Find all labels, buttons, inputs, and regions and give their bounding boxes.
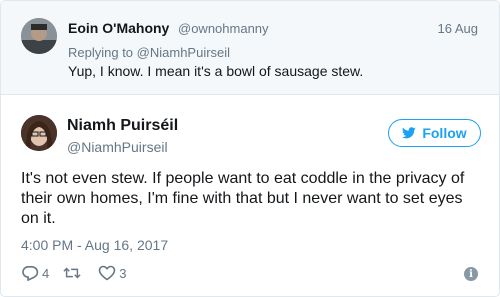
author-name[interactable]: Niamh Puirséil xyxy=(67,117,178,135)
author-name[interactable]: Eoin O'Mahony xyxy=(68,20,169,36)
avatar-image xyxy=(21,115,57,151)
retweet-button[interactable] xyxy=(63,265,84,281)
tweet-text: It's not even stew. If people want to ea… xyxy=(21,170,465,227)
like-button[interactable]: 3 xyxy=(98,265,126,281)
like-count: 3 xyxy=(119,265,127,281)
replying-to-handle[interactable]: @NiamhPuirseil xyxy=(137,45,230,60)
retweet-icon xyxy=(63,267,81,279)
avatar-image xyxy=(21,18,57,54)
heart-icon xyxy=(98,265,116,281)
reply-count: 4 xyxy=(42,265,50,281)
author-handle[interactable]: @NiamhPuirseil xyxy=(67,139,168,155)
avatar[interactable] xyxy=(21,18,57,54)
replying-to: Replying to @NiamhPuirseil xyxy=(68,45,230,60)
parent-tweet-text: Yup, I know. I mean it's a bowl of sausa… xyxy=(68,63,364,79)
author-handle[interactable]: @ownohmanny xyxy=(178,21,269,36)
twitter-bird-icon xyxy=(402,127,417,139)
parent-tweet[interactable]: Eoin O'Mahony @ownohmanny 16 Aug Replyin… xyxy=(1,1,499,95)
follow-button-label: Follow xyxy=(422,125,467,141)
replying-to-label: Replying to xyxy=(68,45,134,60)
info-icon[interactable]: i xyxy=(464,267,478,281)
tweet-timestamp[interactable]: 4:00 PM - Aug 16, 2017 xyxy=(21,237,168,253)
avatar[interactable] xyxy=(21,115,57,151)
embedded-tweet-card: Eoin O'Mahony @ownohmanny 16 Aug Replyin… xyxy=(0,0,500,297)
follow-button[interactable]: Follow xyxy=(388,119,481,147)
tweet-date[interactable]: 16 Aug xyxy=(438,21,479,36)
reply-button[interactable]: 4 xyxy=(21,265,49,281)
tweet-actions: 4 3 xyxy=(21,263,140,283)
reply-icon xyxy=(22,266,39,281)
